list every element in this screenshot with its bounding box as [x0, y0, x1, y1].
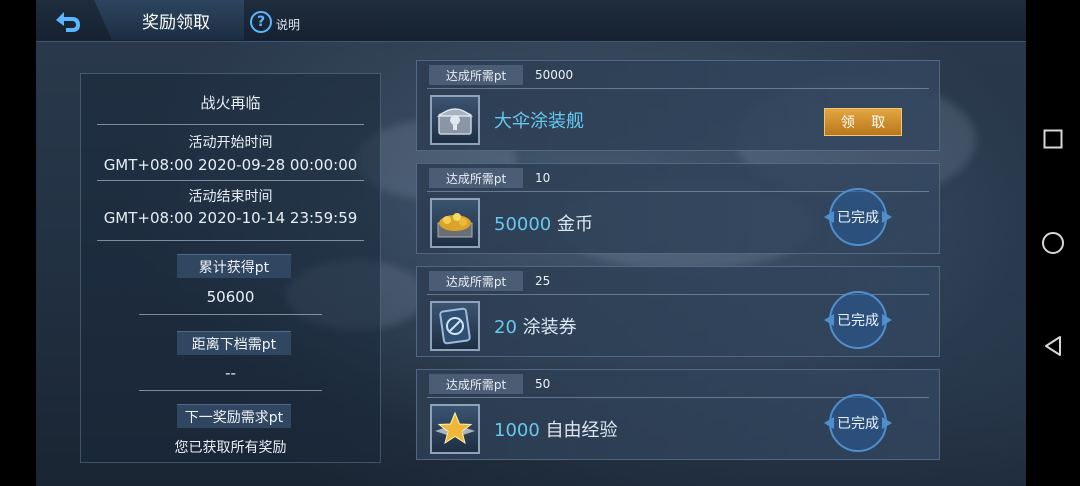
star-exp-icon: [430, 404, 480, 454]
start-time-label: 活动开始时间: [188, 135, 273, 151]
gold-coins-icon: [430, 198, 480, 248]
completed-label: 已完成: [837, 210, 879, 226]
reward-amount: 50000: [494, 214, 552, 235]
home-circle-icon[interactable]: [1041, 231, 1065, 255]
reward-card: 达成所需pt 50000 大伞涂装舰 领 取: [416, 60, 940, 151]
help-label: 说明: [276, 17, 301, 32]
next-reward-label: 下一奖励需求pt: [177, 404, 291, 428]
completed-label: 已完成: [837, 313, 879, 329]
requirement-value: 25: [535, 274, 551, 288]
claim-button[interactable]: 领 取: [824, 108, 902, 136]
recents-square-icon[interactable]: [1043, 129, 1063, 149]
requirement-label: 达成所需pt: [429, 65, 523, 85]
reward-card: 达成所需pt 25 20 涂装券 已完成: [416, 266, 940, 357]
reward-card: 达成所需pt 50 1000 自由经验 已完成: [416, 369, 940, 460]
reward-name: 大伞涂装舰: [494, 107, 584, 133]
skin-ticket-icon: [430, 301, 480, 351]
total-pt-label: 累计获得pt: [177, 254, 291, 278]
end-time-value: GMT+08:00 2020-10-14 23:59:59: [103, 209, 358, 227]
total-pt-value: 50600: [206, 288, 255, 306]
reward-name-text: 涂装券: [522, 317, 577, 338]
reward-name: 1000 自由经验: [494, 416, 618, 442]
reward-name-text: 金币: [557, 214, 593, 235]
page-title-text: 奖励领取: [142, 12, 210, 33]
back-button[interactable]: [40, 4, 92, 40]
next-tier-value: --: [225, 364, 236, 382]
reward-amount: 1000: [494, 420, 540, 441]
reward-name: 50000 金币: [494, 210, 593, 236]
question-icon: ?: [250, 11, 272, 33]
requirement-label: 达成所需pt: [429, 271, 523, 291]
event-info-panel: 战火再临 活动开始时间 GMT+08:00 2020-09-28 00:00:0…: [80, 73, 381, 463]
reward-amount: 20: [494, 317, 517, 338]
requirement-label: 达成所需pt: [429, 374, 523, 394]
reward-name: 20 涂装券: [494, 313, 577, 339]
back-triangle-icon[interactable]: [1043, 335, 1063, 357]
requirement-label: 达成所需pt: [429, 168, 523, 188]
event-name: 战火再临: [200, 94, 261, 112]
reward-name-text: 大伞涂装舰: [494, 111, 584, 132]
reward-name-text: 自由经验: [545, 420, 618, 441]
requirement-value: 50: [535, 377, 551, 391]
next-reward-value: 您已获取所有奖励: [174, 440, 287, 456]
system-navigation-bar: [1026, 0, 1080, 486]
next-tier-label: 距离下档需pt: [177, 331, 291, 355]
start-time-value: GMT+08:00 2020-09-28 00:00:00: [103, 156, 358, 174]
back-arrow-icon: [56, 12, 80, 32]
help-button[interactable]: ? 说明: [250, 9, 300, 35]
chest-icon: [430, 95, 480, 145]
completed-badge: 已完成: [822, 392, 894, 454]
end-time-label: 活动结束时间: [188, 189, 273, 205]
requirement-value: 50000: [535, 68, 574, 82]
requirement-value: 10: [535, 171, 551, 185]
left-black-strip: [0, 0, 36, 486]
completed-badge: 已完成: [822, 186, 894, 248]
page-title: 奖励领取: [94, 0, 244, 40]
completed-badge: 已完成: [822, 289, 894, 351]
completed-label: 已完成: [837, 416, 879, 432]
reward-card: 达成所需pt 10 50000 金币 已完成: [416, 163, 940, 254]
